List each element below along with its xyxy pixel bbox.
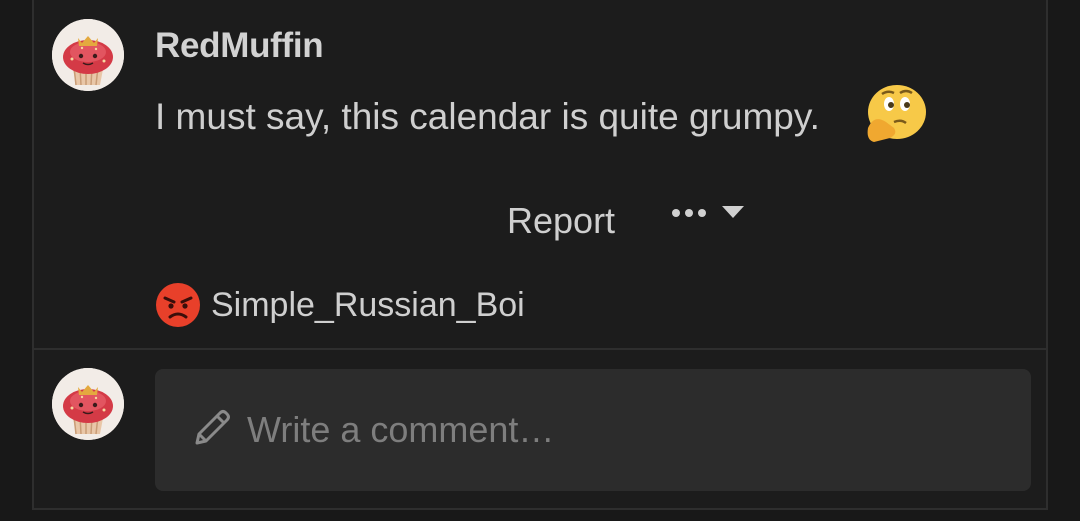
reaction-username[interactable]: Simple_Russian_Boi [211,286,525,325]
divider [34,348,1046,350]
comment-composer[interactable]: Write a comment… [155,369,1031,491]
current-user-avatar [52,368,124,440]
avatar[interactable] [52,19,124,91]
muffin-avatar-icon [52,19,124,91]
comment-panel: RedMuffin I must say, this calendar is q… [32,0,1048,510]
muffin-avatar-icon [52,368,124,440]
angry-face-icon [156,283,200,327]
reaction-item[interactable]: Simple_Russian_Boi [155,282,525,328]
chevron-down-icon [722,206,744,218]
report-button[interactable]: Report [507,200,615,242]
comment-author[interactable]: RedMuffin [155,26,324,66]
comment-input[interactable]: Write a comment… [247,409,554,451]
comment-text: I must say, this calendar is quite grump… [155,96,820,137]
pencil-icon [195,410,230,445]
more-icon [672,209,706,217]
more-menu-button[interactable] [672,206,744,220]
thinking-face-icon [867,85,926,142]
